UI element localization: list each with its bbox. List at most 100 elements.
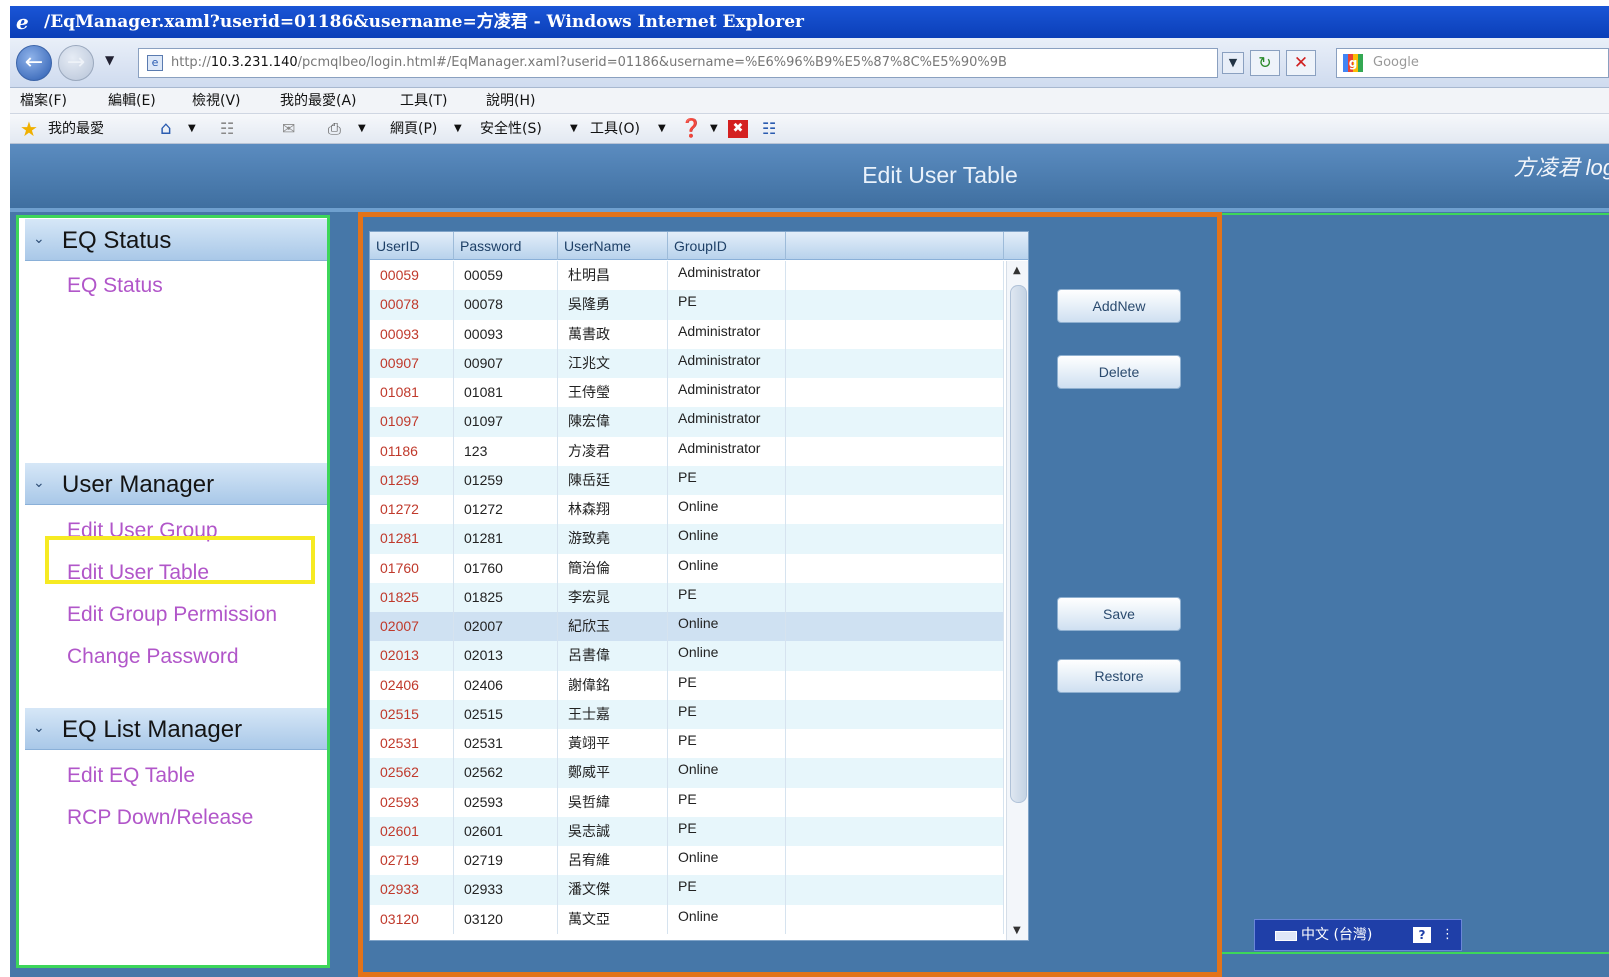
ime-language-label[interactable]: 中文 (台灣) [1301, 927, 1372, 943]
print-icon[interactable]: ⎙ [328, 114, 341, 144]
page-menu-button[interactable]: 網頁(P) [390, 114, 437, 144]
cell-username[interactable]: 吳隆勇 [558, 290, 668, 320]
cell-password[interactable]: 02013 [454, 641, 558, 671]
cell-password[interactable]: 02593 [454, 787, 558, 817]
table-row[interactable]: 02515 02515 王士嘉 PE [370, 699, 1004, 729]
cell-userid[interactable]: 01081 [370, 378, 454, 408]
cell-password[interactable]: 01259 [454, 465, 558, 495]
safety-menu-button[interactable]: 安全性(S) [480, 114, 542, 144]
print-dropdown-icon[interactable]: ▼ [358, 114, 366, 144]
cell-userid[interactable]: 01272 [370, 495, 454, 525]
cell-username[interactable]: 鄭威平 [558, 758, 668, 788]
cell-userid[interactable]: 02562 [370, 758, 454, 788]
refresh-button[interactable]: ↻ [1250, 50, 1280, 76]
cell-password[interactable]: 02719 [454, 846, 558, 876]
cell-groupid[interactable]: Administrator [668, 319, 786, 349]
back-button[interactable]: ← [16, 45, 52, 81]
collapse-chevron-icon[interactable]: ⌄ [33, 720, 45, 736]
cell-groupid[interactable]: PE [668, 787, 786, 817]
cell-username[interactable]: 王士嘉 [558, 699, 668, 729]
cell-userid[interactable]: 01281 [370, 524, 454, 554]
cell-userid[interactable]: 02007 [370, 612, 454, 642]
cell-password[interactable]: 01097 [454, 407, 558, 437]
cell-password[interactable]: 01281 [454, 524, 558, 554]
table-row[interactable]: 02007 02007 紀欣玉 Online [370, 612, 1004, 642]
cell-groupid[interactable]: PE [668, 465, 786, 495]
safety-dropdown-icon[interactable]: ▼ [570, 114, 578, 144]
column-header-groupid[interactable]: GroupID [668, 232, 786, 260]
cell-userid[interactable]: 02719 [370, 846, 454, 876]
cell-password[interactable]: 02562 [454, 758, 558, 788]
cell-password[interactable]: 00093 [454, 319, 558, 349]
menu-tools[interactable]: 工具(T) [400, 88, 447, 114]
cell-userid[interactable]: 01825 [370, 582, 454, 612]
cell-password[interactable]: 02007 [454, 612, 558, 642]
cell-groupid[interactable]: Administrator [668, 407, 786, 437]
research-icon[interactable]: ☷ [762, 114, 776, 144]
cell-username[interactable]: 簡治倫 [558, 553, 668, 583]
cell-username[interactable]: 萬書政 [558, 319, 668, 349]
cell-groupid[interactable]: Online [668, 553, 786, 583]
cell-userid[interactable]: 02515 [370, 699, 454, 729]
cell-username[interactable]: 萬文亞 [558, 904, 668, 934]
restore-button[interactable]: Restore [1057, 659, 1181, 693]
cell-username[interactable]: 謝偉銘 [558, 670, 668, 700]
cell-groupid[interactable]: Administrator [668, 436, 786, 466]
cell-userid[interactable]: 02601 [370, 816, 454, 846]
cell-userid[interactable]: 02531 [370, 729, 454, 759]
home-icon[interactable]: ⌂ [160, 114, 171, 144]
collapse-chevron-icon[interactable]: ⌄ [33, 231, 45, 247]
column-header-userid[interactable]: UserID [370, 232, 454, 260]
ime-options-icon[interactable]: ⋮ [1441, 920, 1454, 950]
cell-password[interactable]: 00907 [454, 348, 558, 378]
table-row[interactable]: 02719 02719 呂宥維 Online [370, 846, 1004, 876]
nav-item-eq-status[interactable]: EQ Status [67, 274, 163, 298]
collapse-chevron-icon[interactable]: ⌄ [33, 475, 45, 491]
cell-groupid[interactable]: PE [668, 582, 786, 612]
nav-section-eq-list-manager[interactable]: ⌄ EQ List Manager [25, 708, 327, 750]
keyboard-icon[interactable] [1275, 931, 1297, 941]
cell-username[interactable]: 方凌君 [558, 436, 668, 466]
cell-username[interactable]: 呂書偉 [558, 641, 668, 671]
scroll-thumb[interactable] [1010, 285, 1027, 803]
cell-password[interactable]: 01760 [454, 553, 558, 583]
cell-username[interactable]: 林森翔 [558, 495, 668, 525]
table-row[interactable]: 02601 02601 吳志誠 PE [370, 816, 1004, 846]
cell-password[interactable]: 02531 [454, 729, 558, 759]
page-dropdown-icon[interactable]: ▼ [454, 114, 462, 144]
stop-button[interactable]: ✕ [1286, 50, 1316, 76]
cell-groupid[interactable]: Administrator [668, 348, 786, 378]
table-row[interactable]: 01272 01272 林森翔 Online [370, 495, 1004, 525]
delete-button[interactable]: Delete [1057, 355, 1181, 389]
help-dropdown-icon[interactable]: ▼ [710, 114, 718, 144]
cell-groupid[interactable]: Online [668, 846, 786, 876]
cell-userid[interactable]: 02933 [370, 875, 454, 905]
cell-username[interactable]: 游致堯 [558, 524, 668, 554]
cell-userid[interactable]: 01186 [370, 436, 454, 466]
ime-help-icon[interactable]: ? [1413, 927, 1431, 943]
nav-item-edit-eq-table[interactable]: Edit EQ Table [67, 764, 195, 788]
cell-password[interactable]: 02601 [454, 816, 558, 846]
nav-item-rcp-down-release[interactable]: RCP Down/Release [67, 806, 253, 830]
cell-username[interactable]: 吳哲緯 [558, 787, 668, 817]
search-input[interactable]: g Google [1336, 48, 1609, 78]
cell-username[interactable]: 黃翊平 [558, 729, 668, 759]
cell-groupid[interactable]: Administrator [668, 378, 786, 408]
cell-groupid[interactable]: PE [668, 290, 786, 320]
cell-password[interactable]: 01081 [454, 378, 558, 408]
cell-username[interactable]: 陳岳廷 [558, 465, 668, 495]
cell-groupid[interactable]: Online [668, 495, 786, 525]
cell-userid[interactable]: 03120 [370, 904, 454, 934]
table-row[interactable]: 01097 01097 陳宏偉 Administrator [370, 407, 1004, 437]
column-header-password[interactable]: Password [454, 232, 558, 260]
save-button[interactable]: Save [1057, 597, 1181, 631]
cell-password[interactable]: 123 [454, 436, 558, 466]
cell-username[interactable]: 吳志誠 [558, 816, 668, 846]
cell-userid[interactable]: 00907 [370, 348, 454, 378]
cell-groupid[interactable]: Online [668, 904, 786, 934]
favorites-button[interactable]: 我的最愛 [48, 114, 104, 144]
cell-groupid[interactable]: PE [668, 699, 786, 729]
cell-username[interactable]: 呂宥維 [558, 846, 668, 876]
table-row[interactable]: 02933 02933 潘文傑 PE [370, 875, 1004, 905]
table-row[interactable]: 01760 01760 簡治倫 Online [370, 553, 1004, 583]
